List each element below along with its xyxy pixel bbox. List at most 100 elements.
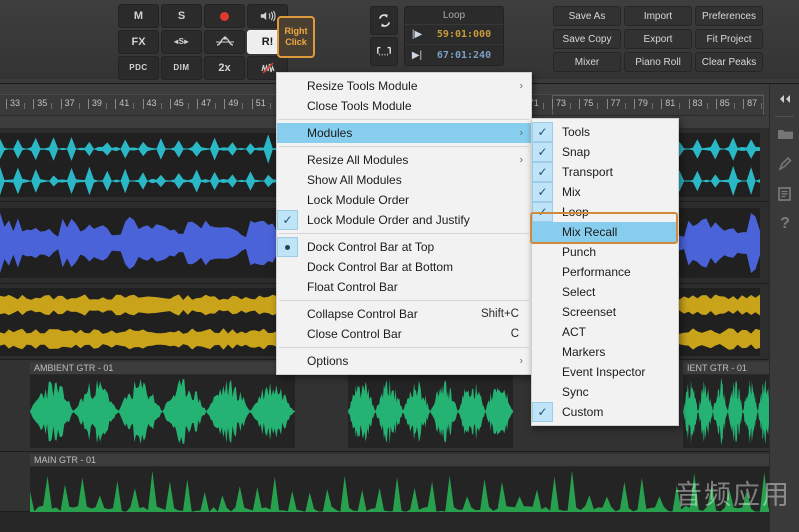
solo-icon-label: S bbox=[177, 9, 186, 22]
submenu-item-sync[interactable]: Sync bbox=[532, 382, 678, 402]
submenu-item-custom[interactable]: ✓ Custom bbox=[532, 402, 678, 422]
menu-item-lock-module-order-and-justify[interactable]: ✓ Lock Module Order and Justify bbox=[277, 210, 531, 230]
menu-item-label: Sync bbox=[562, 385, 589, 399]
submenu-item-markers[interactable]: Markers bbox=[532, 342, 678, 362]
ruler-tick: 79 bbox=[633, 98, 653, 109]
right-dock: ? bbox=[769, 84, 799, 532]
loop-end-icon: ▶| bbox=[411, 49, 423, 61]
loop-start-value[interactable]: 59:01:000 bbox=[425, 29, 503, 40]
ruler-tick: 51 bbox=[251, 98, 271, 109]
export-button[interactable]: Export bbox=[624, 29, 692, 49]
submenu-item-act[interactable]: ACT bbox=[532, 322, 678, 342]
collapse-left-icon[interactable] bbox=[770, 84, 799, 114]
daw-window: M S FX ◂S▸ R! PDC DIM 2x Right Click Loo… bbox=[0, 0, 799, 532]
mixer-button[interactable]: Mixer bbox=[553, 52, 621, 72]
menu-item-resize-all-modules[interactable]: Resize All Modules › bbox=[277, 150, 531, 170]
pdc-icon-label: PDC bbox=[129, 63, 148, 72]
mute-icon[interactable]: M bbox=[118, 4, 159, 28]
submenu-item-tools[interactable]: ✓ Tools bbox=[532, 122, 678, 142]
menu-item-options[interactable]: Options › bbox=[277, 351, 531, 371]
import-button[interactable]: Import bbox=[624, 6, 692, 26]
loop-module-title: Loop bbox=[405, 7, 503, 25]
menu-item-float-control-bar[interactable]: Float Control Bar bbox=[277, 277, 531, 297]
submenu-item-loop[interactable]: ✓ Loop bbox=[532, 202, 678, 222]
submenu-item-mix[interactable]: ✓ Mix bbox=[532, 182, 678, 202]
ruler-tick: 37 bbox=[60, 98, 80, 109]
clip-waveform bbox=[348, 375, 513, 448]
loop-end-row[interactable]: ▶| 67:01:240 bbox=[405, 45, 503, 65]
fx-icon-label: FX bbox=[131, 35, 146, 48]
record-icon[interactable] bbox=[204, 4, 245, 28]
pdc-icon[interactable]: PDC bbox=[118, 56, 159, 80]
notepad-icon[interactable] bbox=[770, 179, 799, 209]
check-icon: ✓ bbox=[532, 402, 553, 422]
menu-item-label: Select bbox=[562, 285, 596, 299]
clear-peaks-button[interactable]: Clear Peaks bbox=[695, 52, 763, 72]
ruler-tick: 45 bbox=[169, 98, 189, 109]
menu-item-label: Snap bbox=[562, 145, 591, 159]
submenu-item-snap[interactable]: ✓ Snap bbox=[532, 142, 678, 162]
ruler-tick: 35 bbox=[33, 98, 53, 109]
piano-roll-button[interactable]: Piano Roll bbox=[624, 52, 692, 72]
menu-item-resize-tools-module[interactable]: Resize Tools Module › bbox=[277, 76, 531, 96]
menu-item-close-control-bar[interactable]: Close Control Bar C bbox=[277, 324, 531, 344]
menu-item-lock-module-order[interactable]: Lock Module Order bbox=[277, 190, 531, 210]
menu-item-label: Modules bbox=[307, 126, 353, 140]
menu-item-label: Dock Control Bar at Bottom bbox=[307, 260, 454, 274]
loop-start-row[interactable]: |▶ 59:01:000 bbox=[405, 25, 503, 45]
menu-item-modules[interactable]: Modules › bbox=[277, 123, 531, 143]
chevron-right-icon: › bbox=[519, 355, 523, 367]
loop-module: Loop |▶ 59:01:000 ▶| 67:01:240 bbox=[404, 6, 504, 66]
folder-icon[interactable] bbox=[770, 119, 799, 149]
check-icon: ✓ bbox=[532, 202, 553, 222]
automation-icon[interactable] bbox=[204, 30, 245, 54]
file-module: Save As Import Preferences Save Copy Export F… bbox=[553, 6, 763, 72]
audio-clip[interactable]: AMBIENT GTR - 01 bbox=[30, 362, 295, 448]
submenu-item-event-inspector[interactable]: Event Inspector bbox=[532, 362, 678, 382]
record-arm-icon-label: R! bbox=[261, 35, 274, 48]
menu-item-dock-control-bar-at-bottom[interactable]: Dock Control Bar at Bottom bbox=[277, 257, 531, 277]
submenu-item-performance[interactable]: Performance bbox=[532, 262, 678, 282]
submenu-item-select[interactable]: Select bbox=[532, 282, 678, 302]
help-icon[interactable]: ? bbox=[770, 209, 799, 239]
pen-icon[interactable] bbox=[770, 149, 799, 179]
waveform-graphic bbox=[30, 378, 295, 445]
loop-start-icon: |▶ bbox=[411, 29, 423, 40]
menu-item-label: Custom bbox=[562, 405, 604, 419]
submenu-item-screenset[interactable]: Screenset bbox=[532, 302, 678, 322]
menu-item-label: Mix Recall bbox=[562, 225, 618, 239]
double-speed-icon[interactable]: 2x bbox=[204, 56, 245, 80]
menu-item-label: Performance bbox=[562, 265, 631, 279]
dim-icon[interactable]: DIM bbox=[161, 56, 202, 80]
check-icon: ✓ bbox=[277, 210, 298, 230]
menu-item-show-all-modules[interactable]: Show All Modules bbox=[277, 170, 531, 190]
submenu-item-transport[interactable]: ✓ Transport bbox=[532, 162, 678, 182]
menu-item-label: Tools bbox=[562, 125, 591, 139]
audio-clip[interactable]: IENT GTR - 01 bbox=[683, 362, 773, 448]
ruler-tick: 75 bbox=[579, 98, 599, 109]
menu-item-close-tools-module[interactable]: Close Tools Module bbox=[277, 96, 531, 116]
save-as-button[interactable]: Save As bbox=[553, 6, 621, 26]
menu-item-label: Dock Control Bar at Top bbox=[307, 240, 435, 254]
loop-cycle-icon[interactable] bbox=[370, 6, 398, 35]
chevron-right-icon: › bbox=[519, 80, 523, 92]
menu-item-label: Resize All Modules bbox=[307, 153, 409, 167]
loop-range-icon[interactable] bbox=[370, 37, 398, 66]
context-menu[interactable]: Resize Tools Module › Close Tools Module Mo… bbox=[276, 72, 532, 375]
menu-item-collapse-control-bar[interactable]: Collapse Control Bar Shift+C bbox=[277, 304, 531, 324]
menu-item-label: Event Inspector bbox=[562, 365, 646, 379]
submenu-item-mix-recall[interactable]: Mix Recall bbox=[532, 222, 678, 242]
solo-icon[interactable]: S bbox=[161, 4, 202, 28]
sidechain-icon[interactable]: ◂S▸ bbox=[161, 30, 202, 54]
fx-icon[interactable]: FX bbox=[118, 30, 159, 54]
loop-end-value[interactable]: 67:01:240 bbox=[425, 50, 503, 61]
modules-submenu[interactable]: ✓ Tools ✓ Snap ✓ Transport ✓ Mix ✓ Loop Mix Recall… bbox=[531, 118, 679, 426]
submenu-item-punch[interactable]: Punch bbox=[532, 242, 678, 262]
menu-separator bbox=[279, 347, 529, 348]
preferences-button[interactable]: Preferences bbox=[695, 6, 763, 26]
menu-item-label: ACT bbox=[562, 325, 586, 339]
save-copy-button[interactable]: Save Copy bbox=[553, 29, 621, 49]
fit-project-button[interactable]: Fit Project bbox=[695, 29, 763, 49]
menu-item-dock-control-bar-at-top[interactable]: Dock Control Bar at Top bbox=[277, 237, 531, 257]
audio-clip[interactable]: MAIN GTR - 01 bbox=[30, 454, 773, 512]
